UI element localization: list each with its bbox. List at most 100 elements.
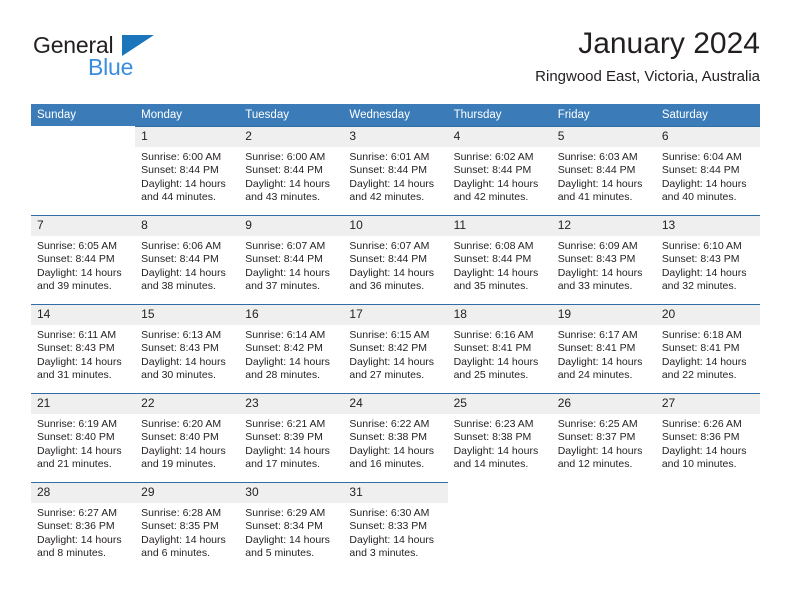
calendar-day-cell[interactable]: 28 Sunrise: 6:27 AM Sunset: 8:36 PM Dayligh… (31, 482, 136, 571)
sunrise-time: Sunrise: 6:25 AM (557, 418, 638, 430)
sunset-time: Sunset: 8:44 PM (245, 164, 323, 177)
weekday-header-tuesday: Tuesday (239, 104, 344, 126)
calendar-day-cell[interactable]: 20 Sunrise: 6:18 AM Sunset: 8:41 PM Dayligh… (655, 304, 760, 393)
calendar-day-cell-empty (31, 126, 135, 215)
weekday-header-saturday: Saturday (655, 104, 760, 126)
calendar-day-cell[interactable]: 11 Sunrise: 6:08 AM Sunset: 8:44 PM Dayligh… (447, 215, 552, 304)
sunrise-time: Sunrise: 6:07 AM (349, 240, 430, 252)
daylight-duration-line1: Daylight: 14 hours (245, 533, 330, 546)
calendar-day-cell[interactable]: 13 Sunrise: 6:10 AM Sunset: 8:43 PM Dayligh… (655, 215, 760, 304)
calendar-week-row: 7 Sunrise: 6:05 AM Sunset: 8:44 PM Daylight… (31, 215, 760, 304)
generalblue-logo[interactable]: General Blue (31, 34, 241, 90)
sunrise-time: Sunrise: 6:29 AM (245, 507, 326, 519)
daylight-duration-line1: Daylight: 14 hours (141, 444, 226, 457)
calendar-day-cell[interactable]: 8 Sunrise: 6:06 AM Sunset: 8:44 PM Daylight… (135, 215, 240, 304)
calendar-week-row: 21 Sunrise: 6:19 AM Sunset: 8:40 PM Dayligh… (31, 393, 760, 482)
calendar-day-cell[interactable]: 23 Sunrise: 6:21 AM Sunset: 8:39 PM Dayligh… (239, 393, 344, 482)
daylight-duration-line2: and 12 minutes. (557, 458, 633, 471)
day-number: 13 (655, 216, 760, 236)
calendar-day-cell[interactable]: 18 Sunrise: 6:16 AM Sunset: 8:41 PM Dayligh… (447, 304, 552, 393)
calendar-day-cell[interactable]: 3 Sunrise: 6:01 AM Sunset: 8:44 PM Daylight… (343, 126, 448, 215)
day-number: 22 (135, 394, 240, 414)
calendar-day-cell[interactable]: 2 Sunrise: 6:00 AM Sunset: 8:44 PM Daylight… (239, 126, 344, 215)
day-number: 4 (447, 127, 552, 147)
day-details: Sunrise: 6:03 AM Sunset: 8:44 PM Daylight:… (552, 147, 656, 205)
calendar-day-cell[interactable]: 26 Sunrise: 6:25 AM Sunset: 8:37 PM Dayligh… (551, 393, 656, 482)
daylight-duration-line2: and 24 minutes. (557, 369, 633, 382)
calendar-day-cell[interactable]: 4 Sunrise: 6:02 AM Sunset: 8:44 PM Daylight… (447, 126, 552, 215)
weekday-header-monday: Monday (135, 104, 240, 126)
day-details: Sunrise: 6:20 AM Sunset: 8:40 PM Daylight:… (135, 414, 239, 472)
sunrise-time: Sunrise: 6:16 AM (453, 329, 534, 341)
calendar-day-cell[interactable]: 31 Sunrise: 6:30 AM Sunset: 8:33 PM Dayligh… (343, 482, 448, 571)
sunset-time: Sunset: 8:42 PM (349, 342, 428, 355)
sunrise-time: Sunrise: 6:06 AM (141, 240, 222, 252)
calendar-day-cell[interactable]: 14 Sunrise: 6:11 AM Sunset: 8:43 PM Dayligh… (31, 304, 136, 393)
calendar-day-cell[interactable]: 17 Sunrise: 6:15 AM Sunset: 8:42 PM Dayligh… (343, 304, 448, 393)
daylight-duration-line2: and 21 minutes. (37, 458, 112, 471)
sunrise-time: Sunrise: 6:09 AM (557, 240, 638, 252)
day-number: 14 (31, 305, 136, 325)
calendar-day-cell[interactable]: 6 Sunrise: 6:04 AM Sunset: 8:44 PM Daylight… (655, 126, 760, 215)
sunrise-time: Sunrise: 6:05 AM (37, 240, 117, 252)
day-number (31, 126, 135, 146)
calendar-day-cell[interactable]: 9 Sunrise: 6:07 AM Sunset: 8:44 PM Daylight… (239, 215, 344, 304)
day-details: Sunrise: 6:19 AM Sunset: 8:40 PM Daylight:… (31, 414, 135, 472)
calendar-day-cell[interactable]: 30 Sunrise: 6:29 AM Sunset: 8:34 PM Dayligh… (239, 482, 344, 571)
calendar-day-cell[interactable]: 15 Sunrise: 6:13 AM Sunset: 8:43 PM Dayligh… (135, 304, 240, 393)
calendar-day-cell[interactable]: 25 Sunrise: 6:23 AM Sunset: 8:38 PM Dayligh… (447, 393, 552, 482)
daylight-duration-line2: and 8 minutes. (37, 547, 106, 560)
sunrise-time: Sunrise: 6:00 AM (245, 151, 326, 163)
sunset-time: Sunset: 8:44 PM (141, 164, 219, 177)
calendar-day-cell[interactable]: 10 Sunrise: 6:07 AM Sunset: 8:44 PM Dayligh… (343, 215, 448, 304)
day-details: Sunrise: 6:28 AM Sunset: 8:35 PM Daylight:… (135, 503, 239, 561)
daylight-duration-line2: and 42 minutes. (453, 191, 529, 204)
daylight-duration-line1: Daylight: 14 hours (245, 444, 330, 457)
calendar-day-cell[interactable]: 29 Sunrise: 6:28 AM Sunset: 8:35 PM Dayligh… (135, 482, 240, 571)
calendar-day-cell[interactable]: 7 Sunrise: 6:05 AM Sunset: 8:44 PM Daylight… (31, 215, 136, 304)
calendar-day-cell[interactable]: 12 Sunrise: 6:09 AM Sunset: 8:43 PM Dayligh… (551, 215, 656, 304)
sunrise-time: Sunrise: 6:01 AM (349, 151, 430, 163)
daylight-duration-line2: and 44 minutes. (141, 191, 216, 204)
calendar-day-cell[interactable]: 16 Sunrise: 6:14 AM Sunset: 8:42 PM Dayligh… (239, 304, 344, 393)
calendar-day-cell[interactable]: 27 Sunrise: 6:26 AM Sunset: 8:36 PM Dayligh… (655, 393, 760, 482)
day-details: Sunrise: 6:07 AM Sunset: 8:44 PM Daylight:… (239, 236, 343, 294)
daylight-duration-line2: and 14 minutes. (453, 458, 529, 471)
day-details: Sunrise: 6:00 AM Sunset: 8:44 PM Daylight:… (239, 147, 343, 205)
sunset-time: Sunset: 8:43 PM (557, 253, 636, 266)
calendar-day-cell[interactable]: 24 Sunrise: 6:22 AM Sunset: 8:38 PM Dayligh… (343, 393, 448, 482)
daylight-duration-line1: Daylight: 14 hours (349, 533, 435, 546)
day-details: Sunrise: 6:29 AM Sunset: 8:34 PM Daylight:… (239, 503, 343, 561)
day-number: 9 (239, 216, 344, 236)
calendar-week-row: 28 Sunrise: 6:27 AM Sunset: 8:36 PM Dayligh… (31, 482, 760, 571)
sunset-time: Sunset: 8:38 PM (349, 431, 428, 444)
calendar-day-cell[interactable]: 22 Sunrise: 6:20 AM Sunset: 8:40 PM Dayligh… (135, 393, 240, 482)
day-number: 24 (343, 394, 448, 414)
daylight-duration-line2: and 38 minutes. (141, 280, 216, 293)
sunset-time: Sunset: 8:35 PM (141, 520, 219, 533)
page-title: January 2024 (578, 27, 760, 60)
daylight-duration-line1: Daylight: 14 hours (661, 266, 747, 279)
day-number (448, 482, 552, 502)
daylight-duration-line2: and 28 minutes. (245, 369, 320, 382)
calendar-day-cell-empty (448, 482, 552, 571)
daylight-duration-line1: Daylight: 14 hours (141, 266, 226, 279)
sunset-time: Sunset: 8:41 PM (661, 342, 740, 355)
day-details: Sunrise: 6:26 AM Sunset: 8:36 PM Daylight:… (656, 414, 760, 472)
day-details: Sunrise: 6:04 AM Sunset: 8:44 PM Daylight:… (656, 147, 760, 205)
day-details: Sunrise: 6:18 AM Sunset: 8:41 PM Daylight:… (656, 325, 760, 383)
sunset-time: Sunset: 8:41 PM (453, 342, 532, 355)
daylight-duration-line1: Daylight: 14 hours (245, 266, 330, 279)
logo-text-blue: Blue (88, 54, 134, 80)
day-number: 21 (31, 394, 136, 414)
calendar-day-cell[interactable]: 19 Sunrise: 6:17 AM Sunset: 8:41 PM Dayligh… (551, 304, 656, 393)
daylight-duration-line2: and 31 minutes. (37, 369, 112, 382)
daylight-duration-line1: Daylight: 14 hours (557, 444, 643, 457)
sunrise-time: Sunrise: 6:02 AM (453, 151, 534, 163)
calendar-day-cell[interactable]: 21 Sunrise: 6:19 AM Sunset: 8:40 PM Dayligh… (31, 393, 136, 482)
calendar-day-cell[interactable]: 5 Sunrise: 6:03 AM Sunset: 8:44 PM Daylight… (551, 126, 656, 215)
daylight-duration-line1: Daylight: 14 hours (557, 177, 643, 190)
calendar-day-cell[interactable]: 1 Sunrise: 6:00 AM Sunset: 8:44 PM Daylight… (135, 126, 240, 215)
day-details: Sunrise: 6:21 AM Sunset: 8:39 PM Daylight:… (239, 414, 343, 472)
day-number: 27 (655, 394, 760, 414)
